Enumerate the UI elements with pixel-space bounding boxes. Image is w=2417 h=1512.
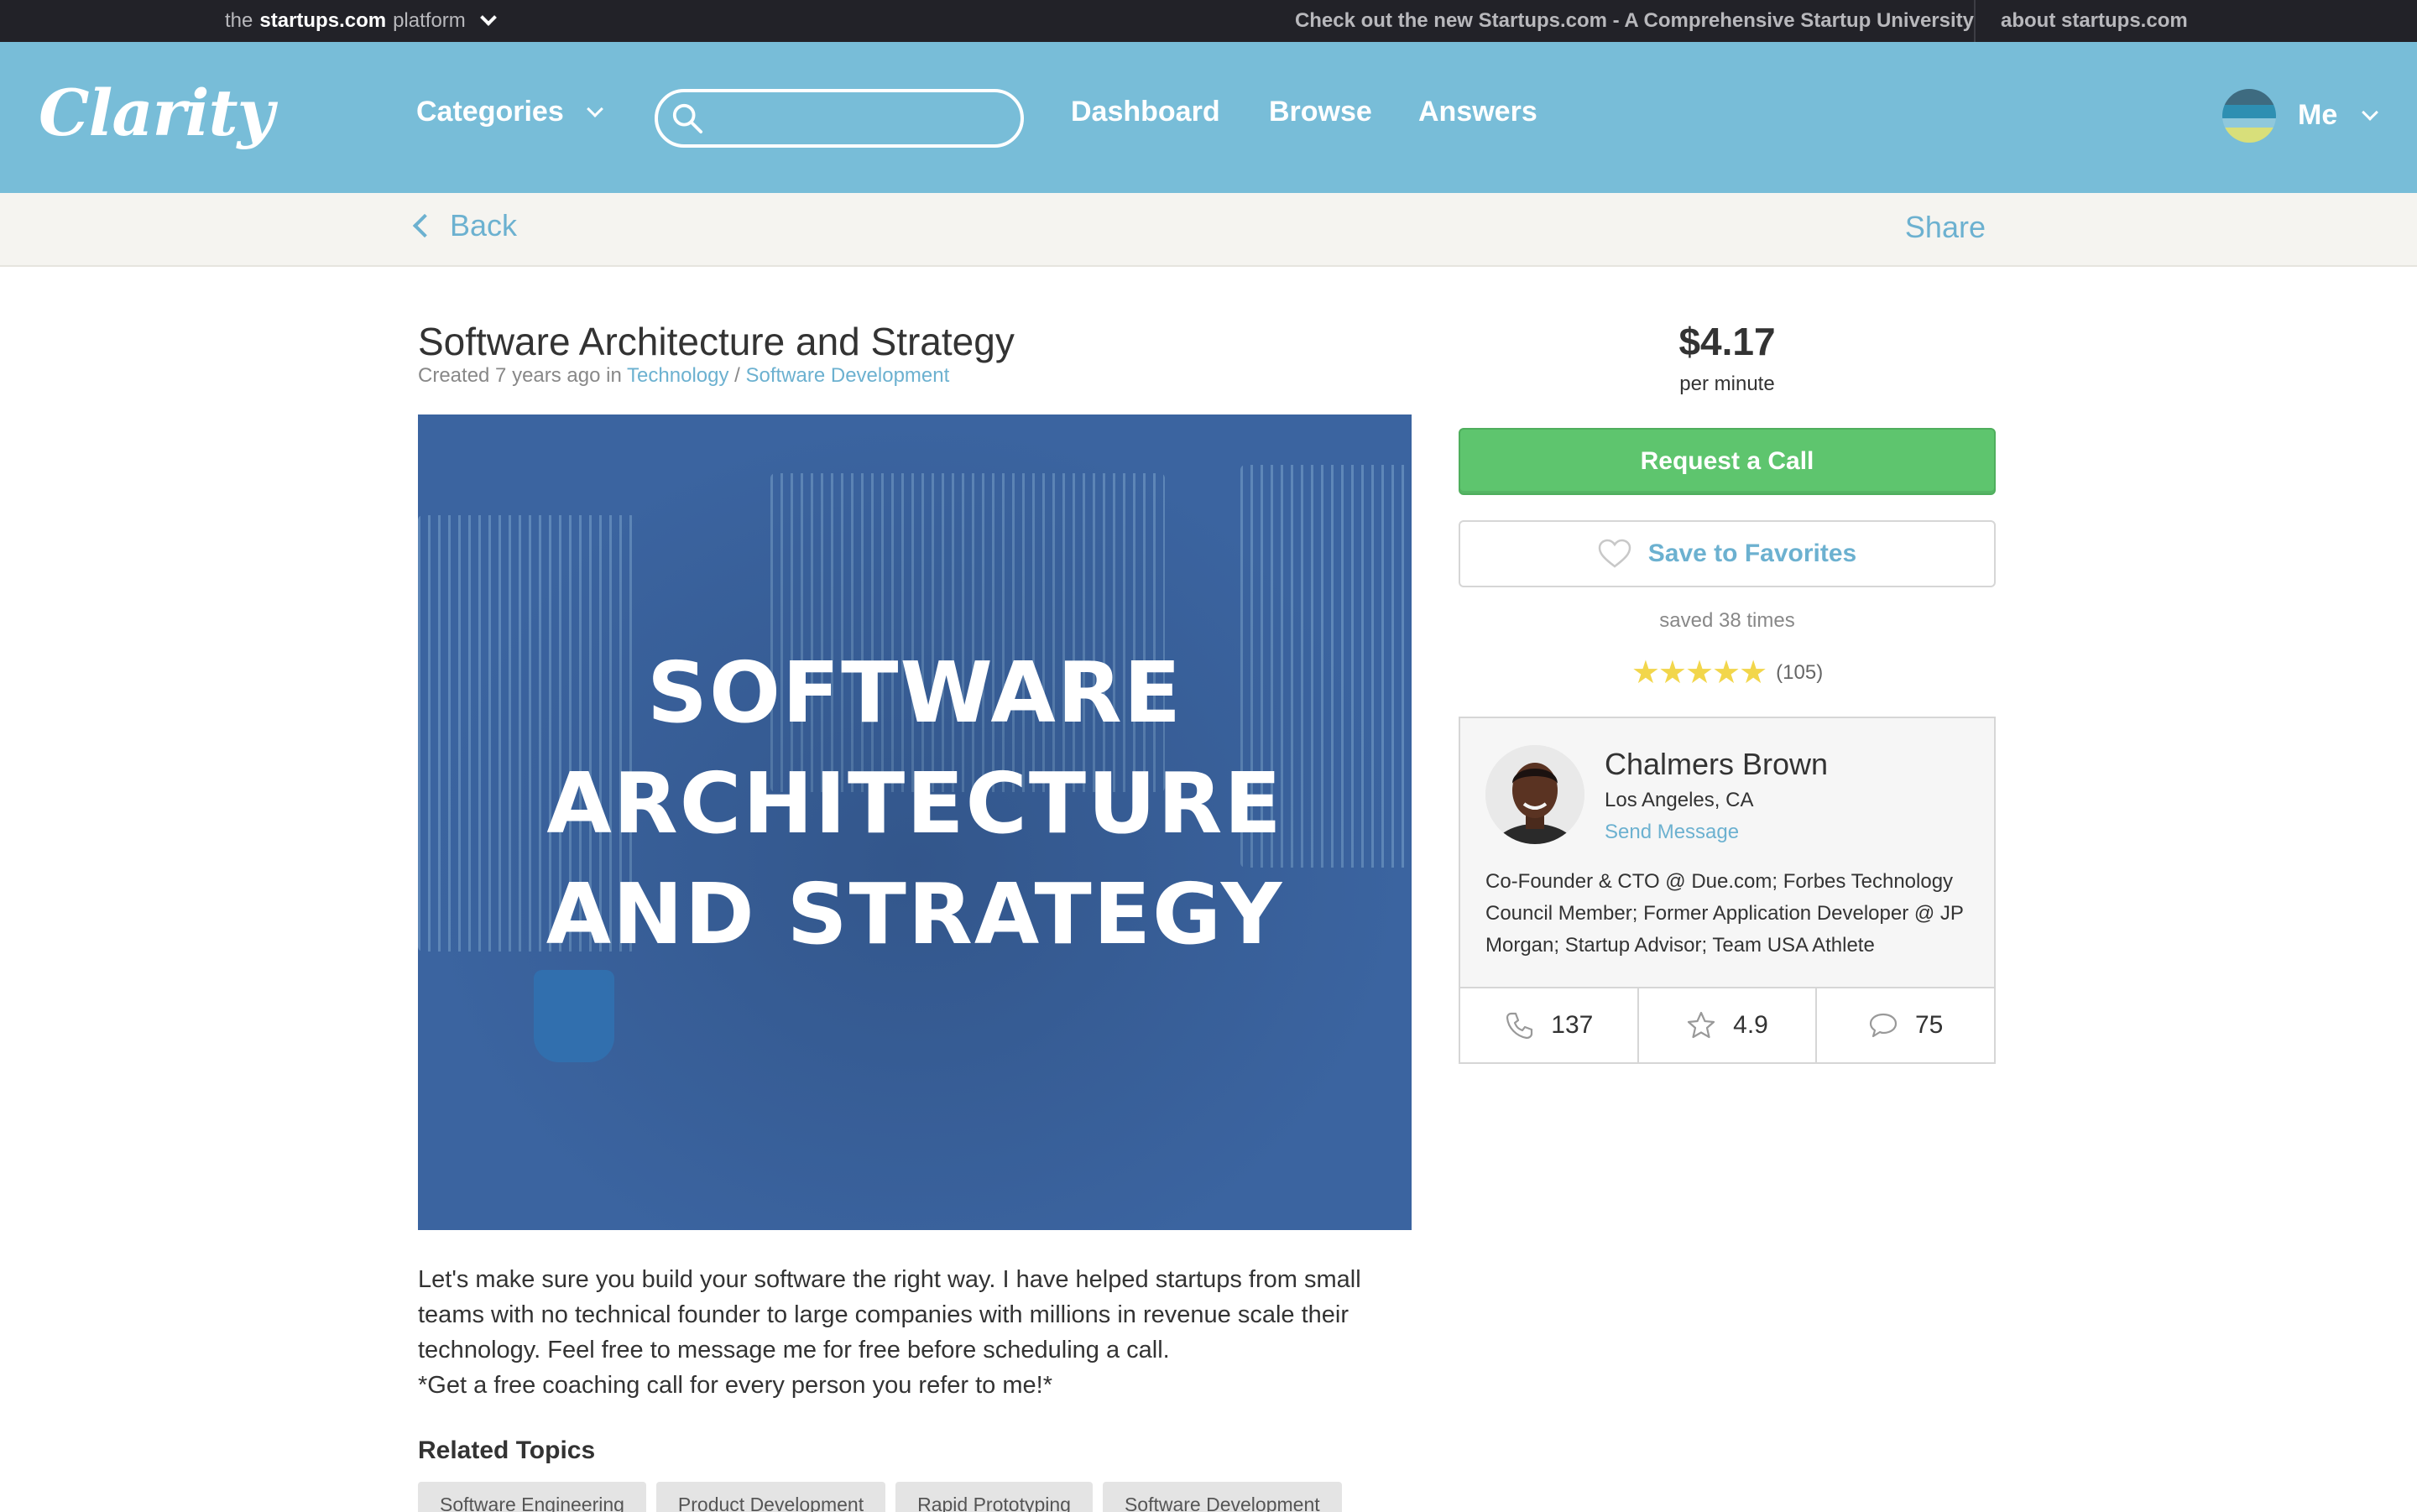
hero-line-3: AND STRATEGY [546, 865, 1284, 963]
categories-menu[interactable]: Categories [416, 96, 603, 128]
star-icon [1688, 1011, 1715, 1039]
chevron-down-icon [479, 9, 497, 26]
sub-navigation-bar: Back Share [0, 193, 2417, 267]
expert-avatar[interactable] [1485, 745, 1584, 844]
expert-location: Los Angeles, CA [1605, 789, 1754, 811]
save-to-favorites-button[interactable]: Save to Favorites [1459, 520, 1996, 587]
search-box[interactable] [655, 89, 1024, 148]
stat-calls: 137 [1460, 988, 1639, 1062]
comment-icon [1869, 1013, 1898, 1038]
me-label: Me [2298, 99, 2338, 131]
related-topics-list: Software Engineering Product Development… [418, 1482, 1342, 1512]
topic-hero-image: SOFTWARE ARCHITECTURE AND STRATEGY [418, 414, 1412, 1230]
nav-answers[interactable]: Answers [1418, 96, 1537, 128]
expert-name[interactable]: Chalmers Brown [1605, 747, 1828, 782]
related-tag[interactable]: Product Development [655, 1482, 886, 1512]
heart-icon [1598, 539, 1631, 568]
send-message-link[interactable]: Send Message [1605, 821, 1739, 844]
nav-browse[interactable]: Browse [1269, 96, 1372, 128]
created-text: Created 7 years ago in [418, 364, 622, 387]
hero-line-2: ARCHITECTURE [546, 754, 1283, 852]
platform-prefix: the [225, 9, 253, 32]
chevron-down-icon [586, 100, 603, 117]
user-avatar[interactable] [2222, 89, 2276, 143]
page-title: Software Architecture and Strategy [418, 320, 1015, 363]
expert-card: Chalmers Brown Los Angeles, CA Send Mess… [1459, 717, 1996, 1064]
rating-value: 4.9 [1733, 1011, 1768, 1039]
platform-suffix: platform [393, 9, 466, 32]
back-label: Back [450, 208, 518, 242]
stat-rating: 4.9 [1639, 988, 1818, 1062]
expert-bio: Co-Founder & CTO @ Due.com; Forbes Techn… [1485, 870, 1964, 957]
reviews-count: 75 [1914, 1011, 1944, 1039]
main-header: Clarity Categories Dashboard Browse Answ… [0, 42, 2417, 193]
breadcrumb-separator: / [728, 364, 746, 387]
related-tag[interactable]: Software Development [1102, 1482, 1342, 1512]
subcategory-link[interactable]: Software Development [745, 364, 949, 387]
back-button[interactable]: Back [412, 208, 518, 243]
top-utility-bar: the startups.com platform Check out the … [0, 0, 2417, 42]
categories-label: Categories [416, 96, 564, 128]
price-unit: per minute [1679, 373, 1775, 395]
chevron-left-icon [412, 213, 437, 238]
hero-line-1: SOFTWARE [646, 644, 1183, 742]
saved-count: saved 38 times [1659, 609, 1795, 632]
expert-portrait [1485, 745, 1584, 844]
hero-mug [534, 970, 614, 1062]
description-paragraph: Let's make sure you build your software … [418, 1266, 1361, 1363]
calls-count: 137 [1551, 1011, 1594, 1039]
review-count[interactable]: (105) [1776, 661, 1823, 685]
hero-title: SOFTWARE ARCHITECTURE AND STRATEGY [418, 638, 1412, 970]
referral-note: *Get a free coaching call for every pers… [418, 1372, 1052, 1399]
stat-reviews: 75 [1817, 988, 1994, 1062]
platform-brand: startups.com [259, 9, 387, 32]
search-icon [672, 103, 703, 134]
related-tag[interactable]: Rapid Prototyping [895, 1482, 1093, 1512]
me-menu[interactable]: Me [2298, 99, 2379, 132]
star-rating-icon: ★★★★★ [1631, 655, 1767, 691]
rating-summary: ★★★★★ (105) [1459, 656, 1996, 690]
about-link[interactable]: about startups.com [2001, 0, 2188, 42]
price: $4.17 [1678, 320, 1776, 363]
clarity-logo[interactable]: Clarity [39, 76, 274, 150]
expert-stats: 137 4.9 75 [1460, 987, 1994, 1062]
topic-meta: Created 7 years ago in Technology / Soft… [418, 364, 949, 388]
chevron-down-icon [2362, 103, 2379, 121]
related-tag[interactable]: Software Engineering [418, 1482, 646, 1512]
platform-switcher[interactable]: the startups.com platform [225, 0, 497, 42]
category-link[interactable]: Technology [627, 364, 728, 387]
promo-link[interactable]: Check out the new Startups.com - A Compr… [1295, 0, 1974, 42]
search-input[interactable] [717, 97, 1002, 139]
share-button[interactable]: Share [1905, 210, 1986, 245]
phone-icon [1506, 1012, 1533, 1040]
related-topics-heading: Related Topics [418, 1436, 596, 1464]
topic-description: Let's make sure you build your software … [418, 1262, 1425, 1403]
request-call-button[interactable]: Request a Call [1459, 428, 1996, 495]
save-to-favorites-label: Save to Favorites [1647, 540, 1857, 567]
nav-dashboard[interactable]: Dashboard [1071, 96, 1220, 128]
topbar-divider [1974, 0, 1976, 42]
